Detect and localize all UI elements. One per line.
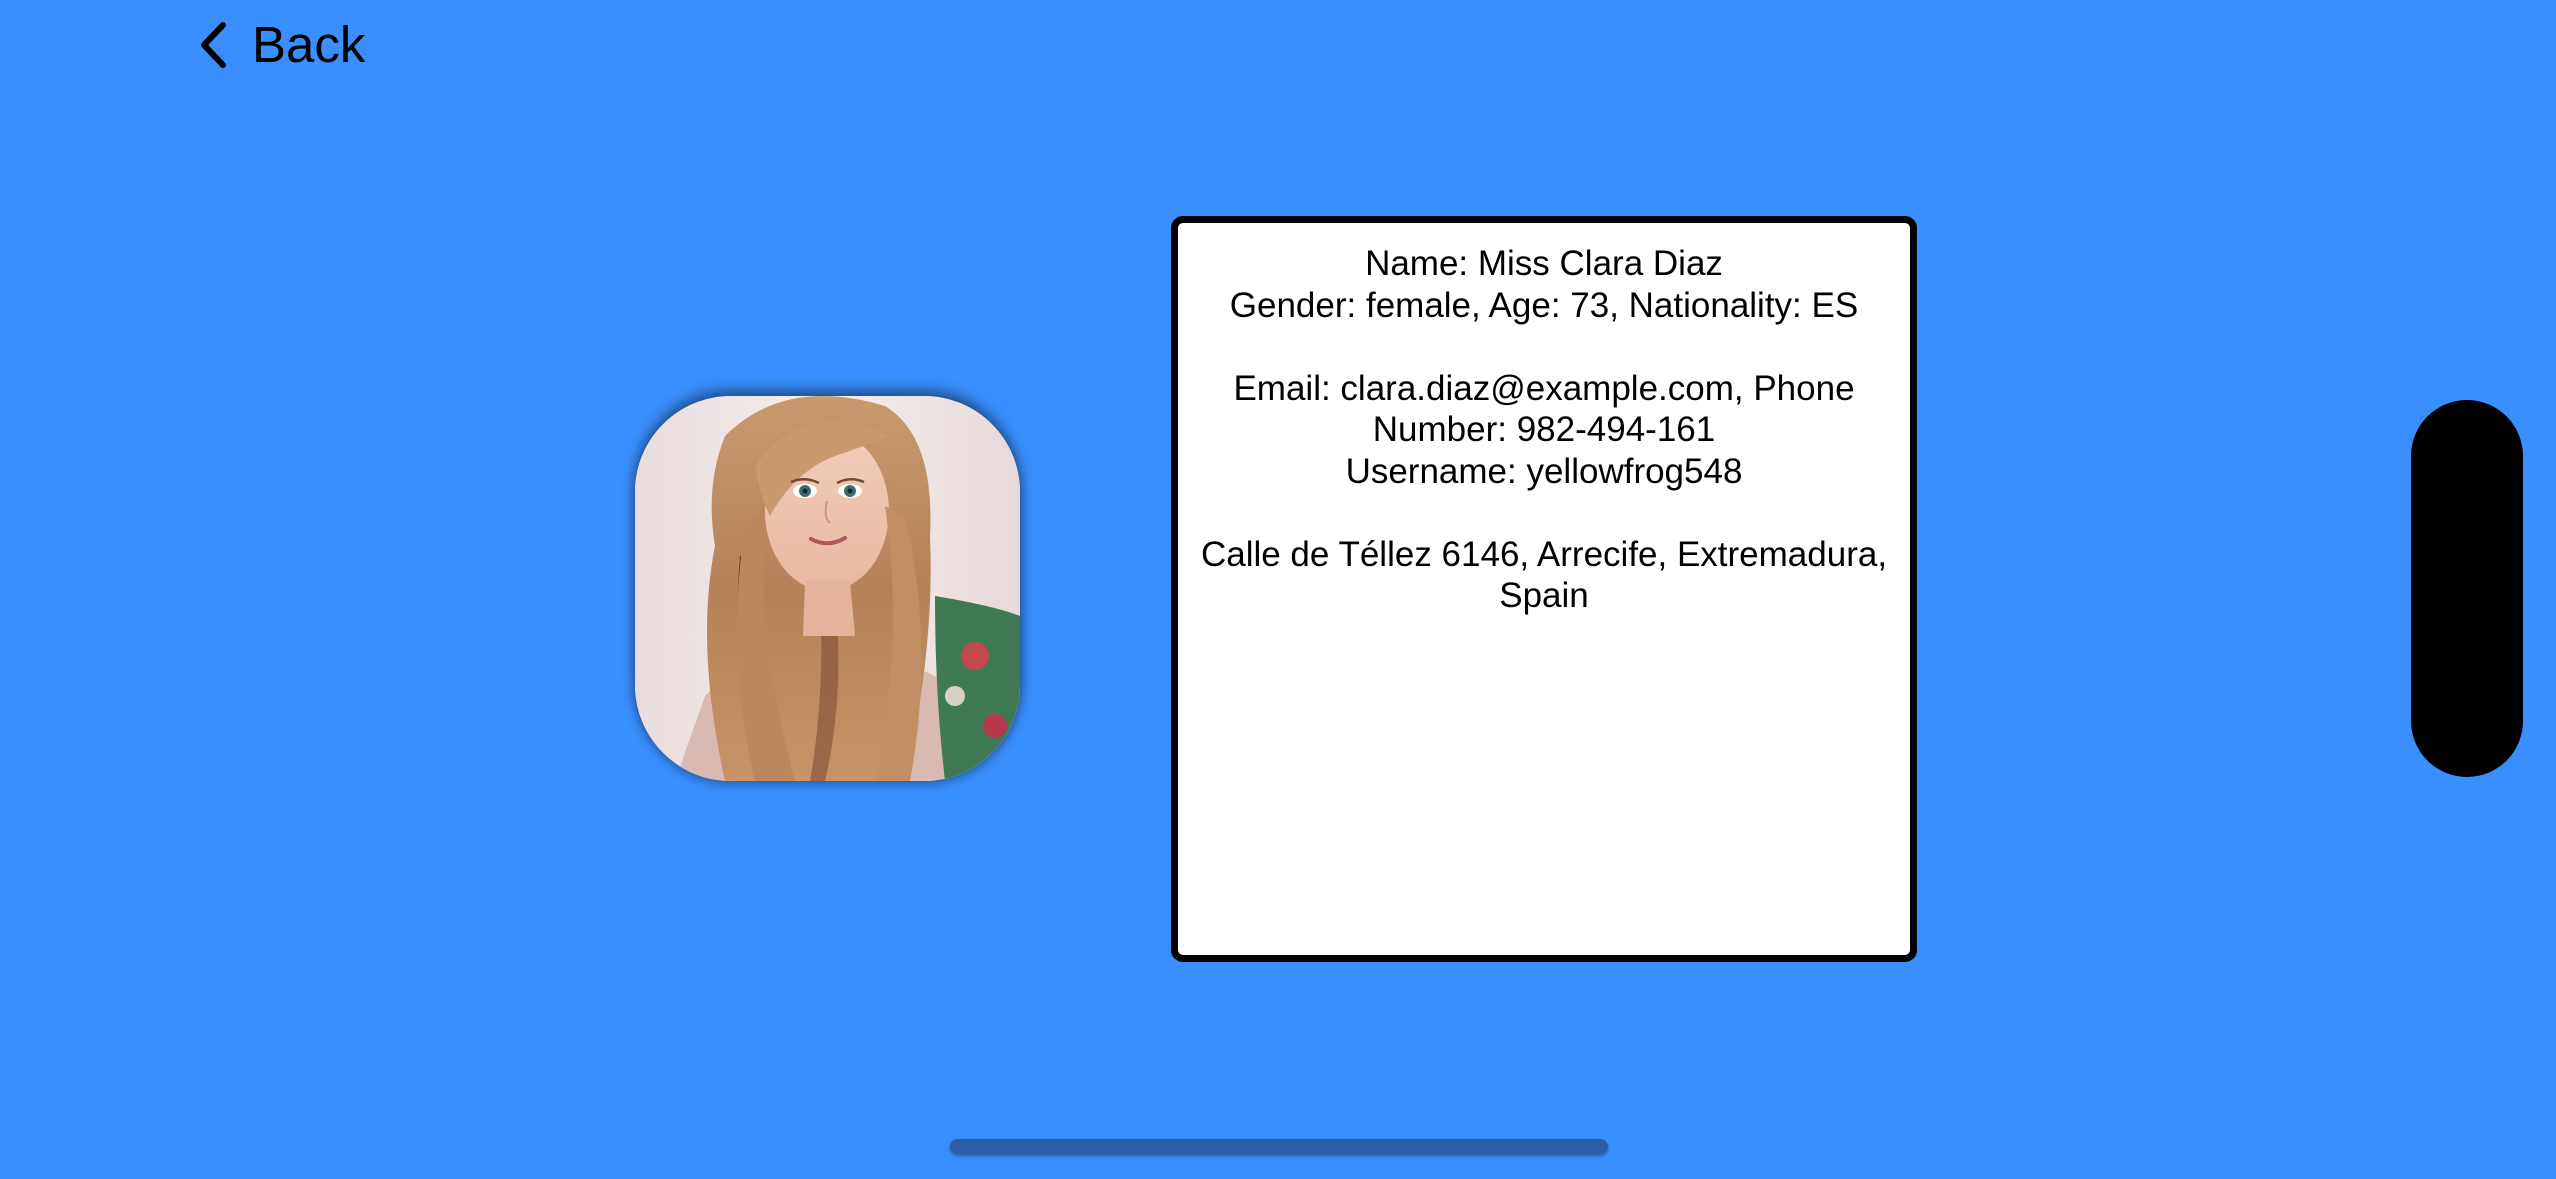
details-text: Gender: female, Age: 73, Nationality: ES xyxy=(1229,285,1859,325)
user-info-card: Name: Miss Clara Diaz Gender: female, Ag… xyxy=(1171,216,1917,962)
profile-photo-icon xyxy=(635,396,1020,781)
user-detail-screen: Back Name: Miss Clara Diaz Gender: femal… xyxy=(0,0,2556,1179)
address-text-line-1: Calle de Téllez 6146, Arrecife, Extremad… xyxy=(1200,534,1888,574)
home-indicator[interactable] xyxy=(950,1139,1608,1154)
contact-text-line-1: Email: clara.diaz@example.com, Phone xyxy=(1233,368,1855,408)
chevron-left-icon xyxy=(201,22,226,68)
back-button[interactable]: Back xyxy=(196,14,365,76)
back-label: Back xyxy=(252,16,366,73)
name-text: Name: Miss Clara Diaz xyxy=(1365,244,1723,283)
avatar xyxy=(635,396,1020,781)
contact-text-line-2: Number: 982-494-161 xyxy=(1372,410,1716,449)
side-pill xyxy=(2411,400,2523,777)
username-text: Username: yellowfrog548 xyxy=(1345,451,1743,491)
address-text-line-2: Spain xyxy=(1499,576,1589,615)
